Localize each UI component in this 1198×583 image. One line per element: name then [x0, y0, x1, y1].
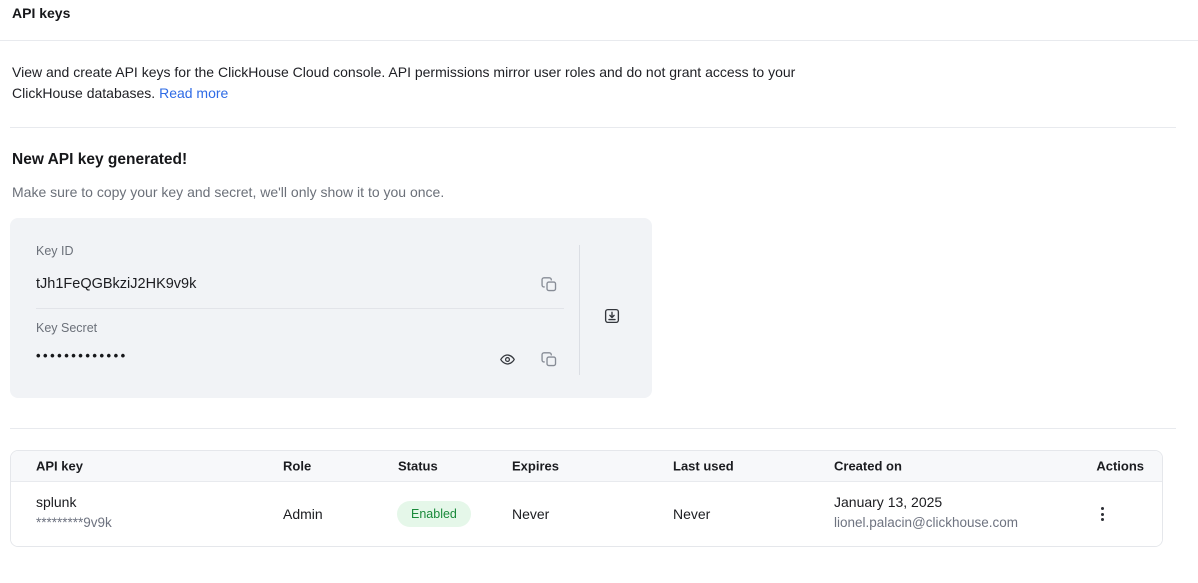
divider — [579, 245, 580, 375]
column-header-last-used: Last used — [673, 459, 734, 474]
copy-key-secret-button[interactable] — [538, 348, 560, 370]
api-key-name: splunk — [36, 494, 76, 510]
column-header-actions: Actions — [1096, 459, 1144, 474]
key-secret-masked-value: ••••••••••••• — [36, 348, 128, 363]
column-header-role: Role — [283, 459, 311, 474]
kebab-menu-icon — [1101, 507, 1104, 521]
divider — [10, 428, 1176, 429]
divider — [10, 127, 1176, 128]
description-text: View and create API keys for the ClickHo… — [12, 64, 795, 101]
new-key-banner-title: New API key generated! — [12, 151, 187, 169]
status-badge: Enabled — [397, 501, 471, 527]
api-key-expires: Never — [512, 506, 549, 522]
download-icon — [603, 307, 621, 325]
api-key-created-date: January 13, 2025 — [834, 494, 942, 510]
read-more-link[interactable]: Read more — [159, 85, 228, 101]
page-title: API keys — [12, 5, 70, 21]
key-secret-label: Key Secret — [36, 321, 97, 335]
column-header-api-key: API key — [36, 459, 83, 474]
api-key-role: Admin — [283, 506, 323, 522]
eye-icon — [499, 351, 516, 368]
api-keys-table: API key Role Status Expires Last used Cr… — [10, 450, 1163, 547]
column-header-created-on: Created on — [834, 459, 902, 474]
api-key-created-by: lionel.palacin@clickhouse.com — [834, 515, 1018, 530]
column-header-status: Status — [398, 459, 438, 474]
copy-icon — [541, 276, 558, 293]
api-key-masked: *********9v9k — [36, 515, 112, 530]
row-actions-button[interactable] — [1090, 502, 1114, 526]
divider — [0, 40, 1198, 41]
table-header-row: API key Role Status Expires Last used Cr… — [11, 451, 1162, 482]
reveal-secret-button[interactable] — [496, 348, 518, 370]
api-keys-page: API keys View and create API keys for th… — [0, 0, 1198, 583]
new-key-banner-subtitle: Make sure to copy your key and secret, w… — [12, 184, 444, 200]
generated-key-panel: Key ID tJh1FeQGBkziJ2HK9v9k Key Secret •… — [10, 218, 652, 398]
api-keys-description: View and create API keys for the ClickHo… — [12, 62, 830, 104]
divider — [36, 308, 564, 309]
key-id-label: Key ID — [36, 244, 74, 258]
copy-icon — [541, 351, 558, 368]
table-row[interactable]: splunk *********9v9k Admin Enabled Never… — [11, 482, 1162, 546]
column-header-expires: Expires — [512, 459, 559, 474]
api-key-last-used: Never — [673, 506, 710, 522]
copy-key-id-button[interactable] — [538, 273, 560, 295]
download-key-button[interactable] — [601, 305, 623, 327]
key-id-value: tJh1FeQGBkziJ2HK9v9k — [36, 276, 196, 292]
